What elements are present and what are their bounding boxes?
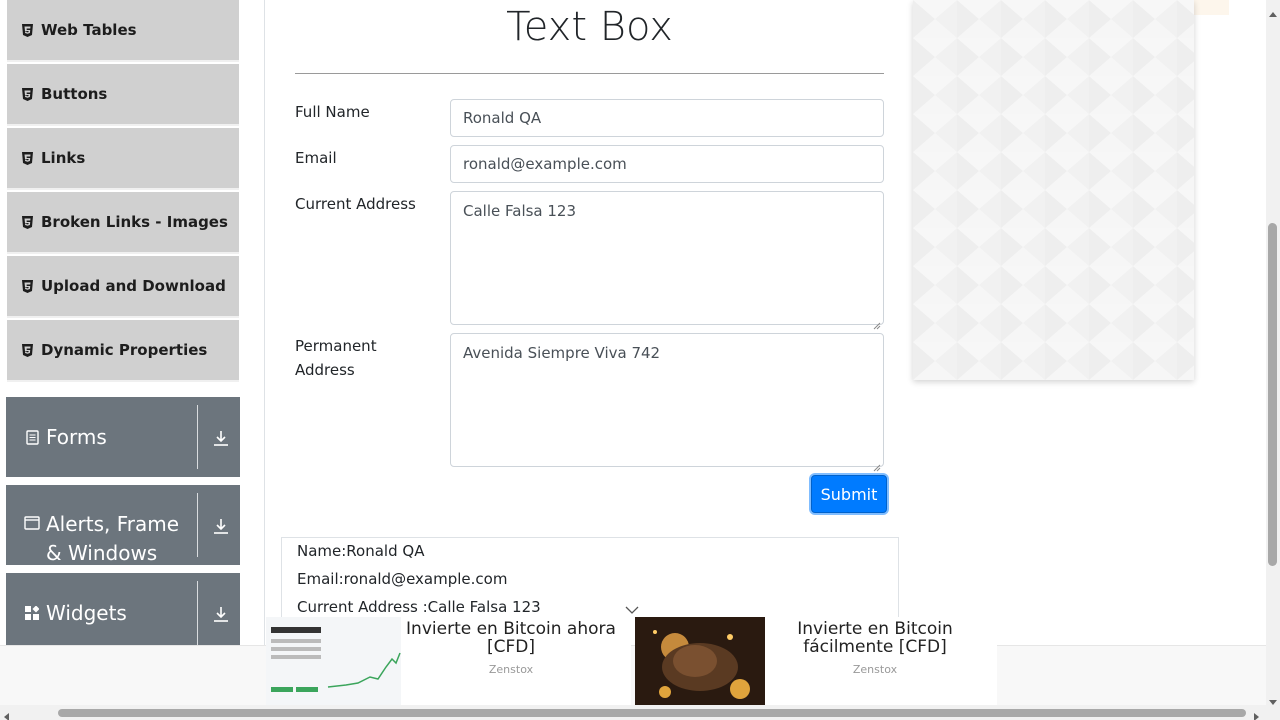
ad-source-1: Zenstox [488,663,534,676]
divider [295,73,884,74]
page-title: Text Box [506,4,673,50]
current-address-value: Calle Falsa 123 [463,202,577,220]
sidebar-item-label: Web Tables [41,21,137,39]
sidebar-item-web-tables[interactable]: Web Tables [7,0,239,62]
bottom-ad-banner [0,645,1266,705]
sidebar-item-upload-download[interactable]: Upload and Download [7,256,239,318]
sidebar-item-label: Dynamic Properties [41,341,208,359]
horizontal-scroll-thumb[interactable] [58,709,1246,717]
html5-icon [21,23,33,37]
group-label: Widgets [46,600,127,625]
output-email: Email:ronald@example.com [297,570,508,588]
output-current-address: Current Address :Calle Falsa 123 [297,598,541,616]
chart-thumbnail [266,617,401,705]
html5-icon [21,279,33,293]
sidebar-group-forms[interactable]: Forms [6,397,240,477]
current-address-textarea[interactable]: Calle Falsa 123 [450,191,884,330]
full-name-input[interactable]: Ronald QA [450,99,884,137]
document-icon [24,429,40,445]
ad-source-2: Zenstox [852,663,898,676]
scroll-left-icon[interactable] [4,708,9,720]
sidebar-item-label: Links [41,149,86,167]
geometric-pattern [913,0,1194,380]
ad-title-2[interactable]: Invierte en Bitcoin fácilmente [CFD] [775,620,975,656]
resize-handle[interactable] [873,456,881,472]
email-label: Email [295,149,337,167]
sidebar-group-alerts[interactable]: Alerts, Frame & Windows [6,485,240,565]
sidebar-group-widgets[interactable]: Widgets [6,573,240,653]
permanent-address-textarea[interactable]: Avenida Siempre Viva 742 [450,333,884,472]
sidebar-item-buttons[interactable]: Buttons [7,64,239,126]
email-input[interactable]: ronald@example.com [450,145,884,183]
ad-card-2[interactable]: Invierte en Bitcoin fácilmente [CFD] Zen… [635,617,997,705]
permanent-address-value: Avenida Siempre Viva 742 [463,344,661,362]
html5-icon [21,215,33,229]
resize-handle[interactable] [873,314,881,330]
html5-icon [21,343,33,357]
group-label: Forms [46,424,107,449]
ad-card-1[interactable]: Invierte en Bitcoin ahora [CFD] Zenstox [266,617,631,705]
current-address-label: Current Address [295,195,416,213]
html5-icon [21,87,33,101]
sidebar-item-label: Buttons [41,85,108,103]
output-name: Name:Ronald QA [297,542,425,560]
vertical-scroll-thumb[interactable] [1268,223,1277,566]
window-icon [24,515,40,531]
download-icon[interactable] [212,605,230,623]
sidebar-item-broken-links[interactable]: Broken Links - Images [7,192,239,254]
ad-title-1[interactable]: Invierte en Bitcoin ahora [CFD] [406,620,616,656]
scroll-up-icon[interactable] [1269,4,1277,22]
html5-icon [21,151,33,165]
download-icon[interactable] [212,429,230,447]
widgets-icon [24,605,40,621]
sidebar-item-links[interactable]: Links [7,128,239,190]
full-name-label: Full Name [295,103,370,121]
sidebar: Web Tables Buttons Links Broken Links - … [0,0,265,653]
bull-image [635,617,765,705]
scroll-right-icon[interactable] [1254,708,1259,720]
submit-button[interactable]: Submit [811,475,887,513]
permanent-address-label: Permanent Address [295,337,377,379]
sidebar-item-label: Upload and Download [41,277,226,295]
sidebar-item-dynamic-properties[interactable]: Dynamic Properties [7,320,239,382]
sidebar-item-label: Broken Links - Images [41,213,228,231]
side-ad-panel[interactable] [913,0,1194,380]
download-icon[interactable] [212,517,230,535]
group-label: Alerts, Frame & Windows [46,512,180,565]
